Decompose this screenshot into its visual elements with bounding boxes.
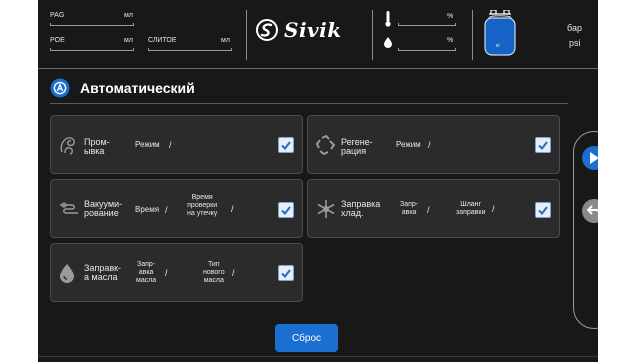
flush-mode-label: Режим (135, 140, 160, 149)
oil-type-value: / (232, 268, 235, 278)
app-screen: PAG мл POE мл СЛИТОЕ мл Sivik % % кг бар… (38, 0, 598, 362)
thermometer-icon (385, 11, 391, 27)
pag-unit: мл (124, 12, 133, 19)
card-refrig-name: Заправка хлад. (341, 199, 381, 218)
check-icon (281, 268, 291, 278)
temperature-gauge (398, 23, 456, 26)
refrig-hose-value: / (492, 204, 495, 214)
title-divider (50, 103, 568, 104)
card-flush[interactable]: Пром- ывка Режим / (50, 115, 303, 174)
checkbox-regeneration[interactable] (535, 137, 551, 153)
pressure-unit-bar: бар (567, 23, 582, 33)
status-header: PAG мл POE мл СЛИТОЕ мл Sivik % % кг бар… (38, 0, 598, 68)
poe-label: POE (50, 37, 65, 44)
percent-2: % (447, 37, 454, 44)
check-icon (538, 205, 548, 215)
checkbox-flush[interactable] (278, 137, 294, 153)
slitoe-gauge (148, 48, 232, 51)
check-icon (281, 205, 291, 215)
flush-icon (60, 136, 75, 155)
card-flush-name: Пром- ывка (84, 137, 110, 156)
vacuum-time-value: / (165, 205, 168, 215)
refrig-charge-value: / (427, 205, 430, 215)
flush-mode-value: / (169, 140, 172, 150)
refrig-icon (317, 199, 335, 218)
refrig-hose-label: Шланг заправки (456, 201, 486, 216)
check-icon (281, 140, 291, 150)
regen-mode-value: / (428, 140, 431, 150)
reset-button[interactable]: Сброс (275, 324, 338, 352)
pag-gauge (50, 23, 134, 26)
play-button[interactable] (582, 146, 598, 170)
checkbox-vacuum[interactable] (278, 202, 294, 218)
oil-charge-value: / (165, 268, 168, 278)
divider (372, 10, 373, 60)
slitoe-unit: мл (221, 37, 230, 44)
side-rail (573, 131, 598, 329)
brand-name: Sivik (284, 18, 342, 42)
regen-mode-label: Режим (396, 140, 421, 149)
back-button[interactable] (582, 199, 598, 223)
mode-title: Автоматический (50, 78, 195, 98)
tank-label: кг (496, 43, 501, 49)
auto-mode-icon (50, 78, 70, 98)
checkbox-refrigerant[interactable] (535, 202, 551, 218)
regen-icon (316, 134, 336, 155)
vacuum-leak-check-value: / (231, 204, 234, 214)
vacuum-icon (60, 201, 78, 214)
divider (246, 10, 247, 60)
card-refrigerant-charge[interactable]: Заправка хлад. Запр- авка / Шланг заправ… (307, 179, 560, 238)
card-vacuum-name: Вакууми- рование (84, 199, 123, 218)
humidity-gauge (398, 48, 456, 51)
pag-label: PAG (50, 12, 65, 19)
brand-logo: Sivik (256, 18, 342, 42)
back-icon (587, 205, 598, 215)
drop-icon (384, 37, 392, 48)
card-oil-charge[interactable]: Заправк- а масла Запр- авка масла / Тип … (50, 243, 303, 302)
card-vacuum[interactable]: Вакууми- рование Время / Время проверки … (50, 179, 303, 238)
card-regeneration[interactable]: Регене- рация Режим / (307, 115, 560, 174)
pressure-unit-psi: psi (569, 38, 581, 48)
card-oil-name: Заправк- а масла (84, 263, 122, 282)
oil-type-label: Тип нового масла (203, 261, 225, 284)
header-divider (38, 68, 598, 69)
poe-gauge (50, 48, 134, 51)
play-icon (590, 152, 598, 164)
refrig-charge-label: Запр- авка (400, 201, 419, 216)
vacuum-leak-check-label: Время проверки на утечку (187, 194, 218, 217)
card-regen-name: Регене- рация (341, 137, 373, 156)
vacuum-time-label: Время (135, 205, 160, 214)
divider (472, 10, 473, 60)
sivik-logo-icon (256, 19, 278, 41)
checkbox-oil[interactable] (278, 265, 294, 281)
percent-1: % (447, 13, 454, 20)
oil-icon (60, 263, 74, 283)
page-title: Автоматический (80, 80, 195, 96)
slitoe-label: СЛИТОЕ (148, 37, 177, 44)
check-icon (538, 140, 548, 150)
bottom-divider (38, 356, 598, 357)
oil-charge-label: Запр- авка масла (136, 261, 157, 284)
poe-unit: мл (124, 37, 133, 44)
